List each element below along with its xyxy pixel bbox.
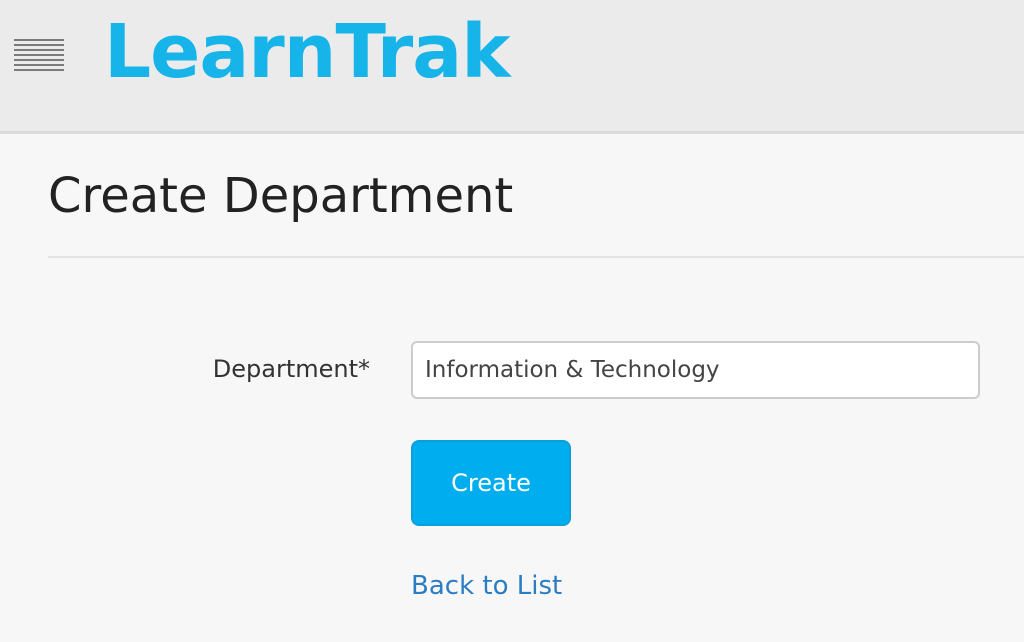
- hamburger-menu-icon-graphic: [14, 39, 64, 71]
- back-to-list-link[interactable]: Back to List: [411, 568, 562, 604]
- page-title: Create Department: [48, 168, 514, 224]
- learntrak-logo[interactable]: LearnTrak: [104, 4, 510, 100]
- main-content: Create Department Department* Create Bac…: [0, 134, 1024, 642]
- department-input[interactable]: [411, 341, 980, 399]
- title-divider: [48, 256, 1024, 258]
- top-bar: LearnTrak: [0, 0, 1024, 134]
- hamburger-menu-icon[interactable]: [12, 36, 66, 74]
- create-button[interactable]: Create: [411, 440, 571, 526]
- department-label: Department*: [212, 355, 370, 383]
